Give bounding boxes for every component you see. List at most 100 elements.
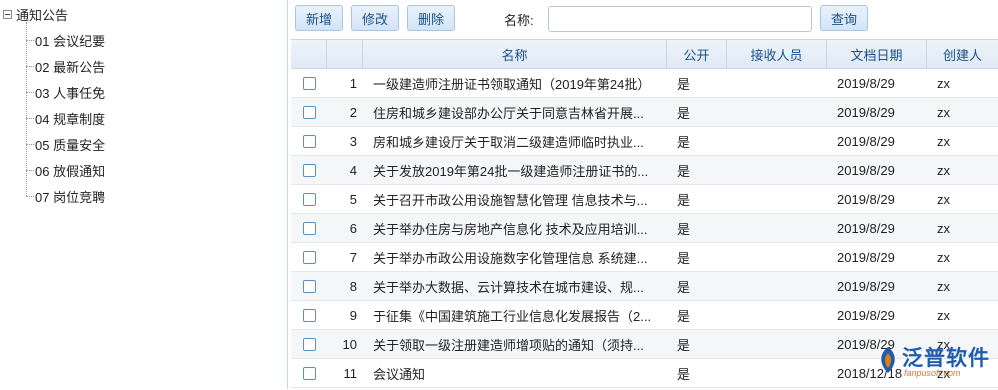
row-creator: zx xyxy=(937,162,950,178)
table-row[interactable]: 5 关于召开市政公用设施智慧化管理 信息技术与... 是 2019/8/29 zx xyxy=(291,185,998,214)
row-name[interactable]: 住房和城乡建设部办公厅关于同意吉林省开展... xyxy=(363,98,663,126)
header-public[interactable]: 公开 xyxy=(667,40,727,68)
row-name[interactable]: 房和城乡建设厅关于取消二级建造师临时执业... xyxy=(363,127,663,155)
row-checkbox[interactable] xyxy=(302,308,316,322)
tree-item-latest-announcements[interactable]: 02 最新公告 xyxy=(26,56,105,76)
row-number: 5 xyxy=(349,191,357,207)
tree-root-label[interactable]: 通知公告 xyxy=(16,5,68,24)
table-row[interactable]: 1 一级建造师注册证书领取通知（2019年第24批） 是 2019/8/29 zx xyxy=(291,69,998,98)
collapse-toggle-icon[interactable] xyxy=(3,9,12,19)
table-row[interactable]: 2 住房和城乡建设部办公厅关于同意吉林省开展... 是 2019/8/29 zx xyxy=(291,98,998,127)
row-checkbox[interactable] xyxy=(302,76,316,90)
row-public: 是 xyxy=(677,250,691,266)
name-filter-label: 名称: xyxy=(504,13,534,28)
tree-item-job-competition[interactable]: 07 岗位竞聘 xyxy=(26,186,105,206)
name-search-input[interactable] xyxy=(548,6,812,32)
row-name[interactable]: 会议通知 xyxy=(363,359,663,387)
row-public: 是 xyxy=(677,221,691,237)
tree-branch-line xyxy=(26,65,34,67)
tree-item-personnel[interactable]: 03 人事任免 xyxy=(26,82,105,102)
row-checkbox-cell xyxy=(291,127,327,155)
tree-item-label[interactable]: 06 放假通知 xyxy=(35,161,105,180)
table-row[interactable]: 3 房和城乡建设厅关于取消二级建造师临时执业... 是 2019/8/29 zx xyxy=(291,127,998,156)
row-public: 是 xyxy=(677,134,691,150)
tree-item-meeting-minutes[interactable]: 01 会议纪要 xyxy=(26,30,105,50)
table-row[interactable]: 8 关于举办大数据、云计算技术在城市建设、规... 是 2019/8/29 zx xyxy=(291,272,998,301)
header-doc-date[interactable]: 文档日期 xyxy=(827,40,927,68)
delete-button[interactable]: 删除 xyxy=(407,5,455,31)
row-name[interactable]: 关于领取一级注册建造师增项贴的通知（须持... xyxy=(363,330,663,358)
row-creator: zx xyxy=(937,220,950,236)
row-doc-date: 2019/8/29 xyxy=(837,278,895,294)
row-name[interactable]: 关于举办市政公用设施数字化管理信息 系统建... xyxy=(363,243,663,271)
row-name[interactable]: 关于发放2019年第24批一级建造师注册证书的... xyxy=(363,156,663,184)
row-checkbox[interactable] xyxy=(302,279,316,293)
row-checkbox[interactable] xyxy=(302,105,316,119)
row-public: 是 xyxy=(677,308,691,324)
row-name[interactable]: 一级建造师注册证书领取通知（2019年第24批） xyxy=(363,69,663,97)
table-row[interactable]: 7 关于举办市政公用设施数字化管理信息 系统建... 是 2019/8/29 zx xyxy=(291,243,998,272)
table-header: 名称 公开 接收人员 文档日期 创建人 xyxy=(291,40,998,69)
edit-button[interactable]: 修改 xyxy=(351,5,399,31)
row-name[interactable]: 关于召开市政公用设施智慧化管理 信息技术与... xyxy=(363,185,663,213)
row-checkbox[interactable] xyxy=(302,366,316,380)
row-checkbox[interactable] xyxy=(302,163,316,177)
tree-item-label[interactable]: 04 规章制度 xyxy=(35,109,105,128)
tree-item-quality-safety[interactable]: 05 质量安全 xyxy=(26,134,105,154)
row-public: 是 xyxy=(677,337,691,353)
row-number: 8 xyxy=(349,278,357,294)
row-doc-date: 2019/8/29 xyxy=(837,307,895,323)
tree-item-label[interactable]: 03 人事任免 xyxy=(35,83,105,102)
row-creator: zx xyxy=(937,104,950,120)
row-checkbox[interactable] xyxy=(302,192,316,206)
row-checkbox[interactable] xyxy=(302,134,316,148)
tree-item-label[interactable]: 07 岗位竞聘 xyxy=(35,187,105,206)
row-public: 是 xyxy=(677,105,691,121)
tree-root[interactable]: 通知公告 xyxy=(3,5,68,23)
header-name[interactable]: 名称 xyxy=(363,40,667,68)
row-doc-date: 2019/8/29 xyxy=(837,191,895,207)
tree-item-label[interactable]: 01 会议纪要 xyxy=(35,31,105,50)
row-recipients xyxy=(727,272,827,300)
tree-item-label[interactable]: 02 最新公告 xyxy=(35,57,105,76)
row-checkbox[interactable] xyxy=(302,337,316,351)
table-row[interactable]: 9 于征集《中国建筑施工行业信息化发展报告（2... 是 2019/8/29 zx xyxy=(291,301,998,330)
row-public: 是 xyxy=(677,279,691,295)
row-recipients xyxy=(727,185,827,213)
row-checkbox-cell xyxy=(291,185,327,213)
tree-item-label[interactable]: 05 质量安全 xyxy=(35,135,105,154)
row-recipients xyxy=(727,127,827,155)
row-creator: zx xyxy=(937,75,950,91)
header-creator[interactable]: 创建人 xyxy=(927,40,998,68)
row-checkbox-cell xyxy=(291,272,327,300)
brand-url: fanpusoft.com xyxy=(904,368,961,378)
row-creator: zx xyxy=(937,307,950,323)
tree-branch-line xyxy=(26,143,34,145)
tree-item-regulations[interactable]: 04 规章制度 xyxy=(26,108,105,128)
table-row[interactable]: 4 关于发放2019年第24批一级建造师注册证书的... 是 2019/8/29 zx xyxy=(291,156,998,185)
tree-item-holiday-notice[interactable]: 06 放假通知 xyxy=(26,160,105,180)
row-name[interactable]: 关于举办大数据、云计算技术在城市建设、规... xyxy=(363,272,663,300)
row-recipients xyxy=(727,359,827,387)
row-checkbox[interactable] xyxy=(302,250,316,264)
row-name[interactable]: 关于举办住房与房地产信息化 技术及应用培训... xyxy=(363,214,663,242)
row-number: 3 xyxy=(349,133,357,149)
row-recipients xyxy=(727,98,827,126)
row-number: 1 xyxy=(349,75,357,91)
header-recipients[interactable]: 接收人员 xyxy=(727,40,827,68)
add-button[interactable]: 新增 xyxy=(295,5,343,31)
row-public: 是 xyxy=(677,192,691,208)
row-recipients xyxy=(727,301,827,329)
row-creator: zx xyxy=(937,249,950,265)
row-doc-date: 2019/8/29 xyxy=(837,75,895,91)
row-number: 10 xyxy=(342,336,357,352)
header-rownum-column xyxy=(327,40,363,68)
header-checkbox-column xyxy=(291,40,327,68)
row-recipients xyxy=(727,214,827,242)
row-checkbox[interactable] xyxy=(302,221,316,235)
row-name[interactable]: 于征集《中国建筑施工行业信息化发展报告（2... xyxy=(363,301,663,329)
row-checkbox-cell xyxy=(291,69,327,97)
query-button[interactable]: 查询 xyxy=(820,5,868,31)
table-row[interactable]: 6 关于举办住房与房地产信息化 技术及应用培训... 是 2019/8/29 zx xyxy=(291,214,998,243)
tree-branch-line xyxy=(26,195,34,197)
